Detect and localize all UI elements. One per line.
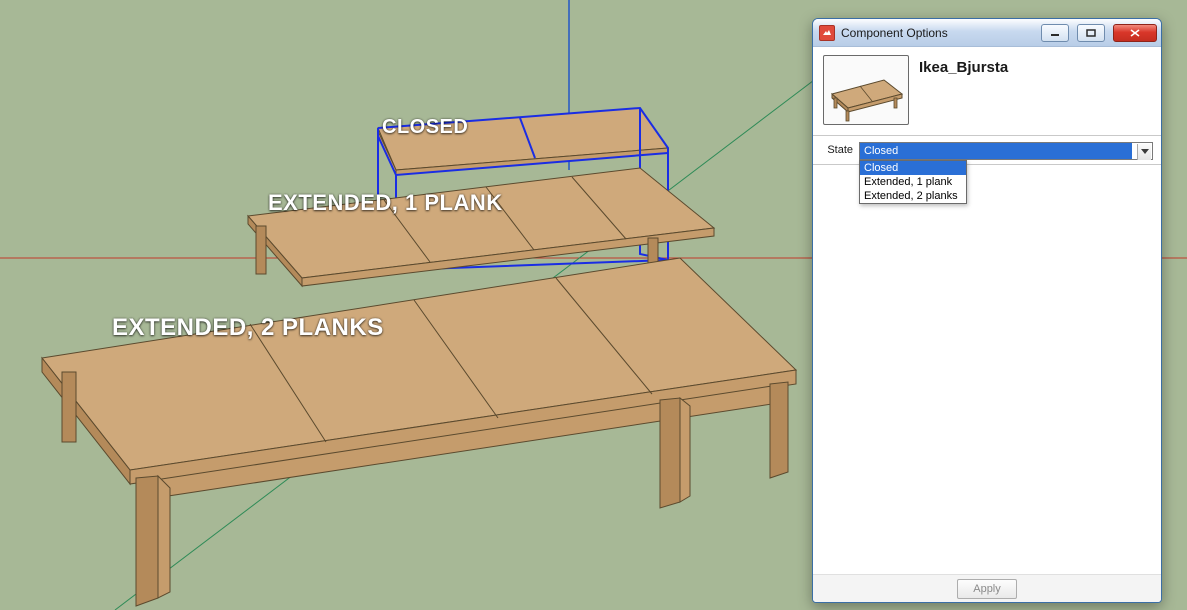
attribute-row-state: State Closed Closed Extended, 1 plank Ex… [813, 135, 1161, 165]
close-icon [1129, 28, 1141, 38]
label-closed: CLOSED [382, 116, 468, 139]
sketchup-icon [819, 25, 835, 41]
dialog-title: Component Options [841, 26, 1033, 40]
close-button[interactable] [1113, 24, 1157, 42]
state-option[interactable]: Extended, 2 planks [860, 189, 966, 203]
attribute-label: State [821, 144, 853, 156]
maximize-button[interactable] [1077, 24, 1105, 42]
state-combobox-list[interactable]: Closed Extended, 1 plank Extended, 2 pla… [859, 160, 967, 204]
state-combobox-field[interactable]: Closed [859, 142, 1153, 160]
dialog-body: Ikea_Bjursta State Closed Closed Extende… [813, 47, 1161, 602]
table-extended-2 [42, 258, 796, 606]
label-extended-1: EXTENDED, 1 PLANK [268, 190, 503, 216]
component-name: Ikea_Bjursta [919, 59, 1008, 76]
minimize-button[interactable] [1041, 24, 1069, 42]
state-option[interactable]: Extended, 1 plank [860, 175, 966, 189]
state-combobox-button[interactable] [1137, 144, 1151, 160]
dialog-footer: Apply [813, 574, 1161, 602]
component-options-dialog[interactable]: Component Options [812, 18, 1162, 603]
state-combobox-value: Closed [860, 143, 1132, 159]
maximize-icon [1086, 29, 1096, 37]
component-thumbnail [823, 55, 909, 125]
chevron-down-icon [1141, 149, 1149, 155]
state-combobox[interactable]: Closed Closed Extended, 1 plank Extended… [859, 142, 1153, 160]
minimize-icon [1050, 29, 1060, 37]
state-option[interactable]: Closed [860, 161, 966, 175]
apply-button[interactable]: Apply [957, 579, 1017, 599]
label-extended-2: EXTENDED, 2 PLANKS [112, 314, 384, 342]
dialog-titlebar[interactable]: Component Options [813, 19, 1161, 47]
